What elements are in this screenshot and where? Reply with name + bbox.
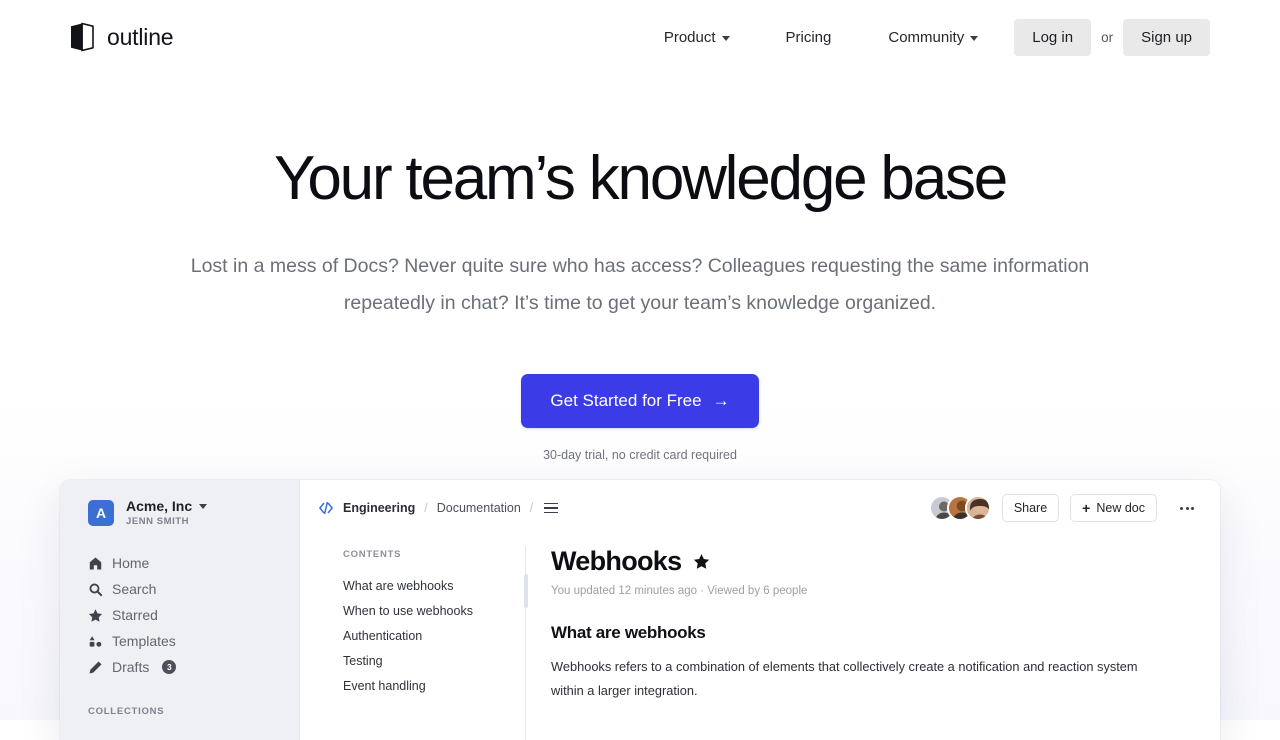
- code-brackets-icon: [319, 501, 333, 515]
- chevron-down-icon: [199, 503, 208, 509]
- sidebar-item-starred[interactable]: Starred: [60, 602, 299, 628]
- main-nav: Product Pricing Community Log in or Sign…: [654, 18, 1210, 56]
- document-paragraph: Webhooks refers to a combination of elem…: [551, 659, 1138, 698]
- cta-note: 30-day trial, no credit card required: [543, 447, 737, 462]
- team-switcher[interactable]: A Acme, Inc JENN SMITH: [60, 498, 299, 527]
- breadcrumb-item-engineering[interactable]: Engineering: [343, 501, 415, 515]
- nav-item-pricing-label: Pricing: [785, 28, 832, 46]
- breadcrumb-separator: /: [424, 501, 428, 515]
- document-title-label: Webhooks: [551, 546, 682, 576]
- nav-item-community-label: Community: [888, 28, 965, 46]
- contents-item[interactable]: When to use webhooks: [343, 598, 507, 623]
- pencil-icon: [89, 661, 102, 673]
- chevron-down-icon: [721, 35, 730, 41]
- new-doc-button[interactable]: + New doc: [1070, 494, 1157, 522]
- nav-item-product-label: Product: [663, 28, 716, 46]
- brand-logo[interactable]: outline: [68, 22, 174, 52]
- topbar-actions: Share + New doc: [928, 494, 1198, 522]
- sidebar-item-drafts[interactable]: Drafts 3: [60, 654, 299, 680]
- document-meta: You updated 12 minutes ago · Viewed by 6…: [551, 585, 808, 597]
- nav-item-product[interactable]: Product: [654, 21, 740, 54]
- sidebar-item-templates-label: Templates: [112, 633, 176, 649]
- avatar: [964, 495, 991, 521]
- home-icon: [89, 557, 102, 569]
- team-name: Acme, Inc: [126, 498, 208, 514]
- app-preview-card: A Acme, Inc JENN SMITH Home Search Starr…: [60, 480, 1220, 740]
- collections-section-label: COLLECTIONS: [88, 706, 165, 717]
- sidebar-item-home-label: Home: [112, 555, 150, 571]
- sidebar-item-drafts-label: Drafts: [112, 659, 150, 675]
- team-name-label: Acme, Inc: [126, 498, 193, 514]
- plus-icon: +: [1082, 500, 1091, 516]
- sidebar-item-home[interactable]: Home: [60, 550, 299, 576]
- sidebar-item-search-label: Search: [112, 581, 157, 597]
- nav-item-community[interactable]: Community: [878, 21, 988, 54]
- app-sidebar: A Acme, Inc JENN SMITH Home Search Starr…: [60, 480, 300, 740]
- arrow-right-icon: →: [712, 390, 730, 410]
- app-main: Engineering / Documentation / Share + Ne…: [300, 480, 1220, 740]
- get-started-label: Get Started for Free: [550, 390, 702, 410]
- contents-item[interactable]: Authentication: [343, 623, 507, 648]
- page-title: Your team’s knowledge base: [273, 144, 1008, 213]
- app-topbar: Engineering / Documentation / Share + Ne…: [300, 480, 1220, 536]
- document-panel: Webhooks You updated 12 minutes ago · Vi…: [526, 536, 1220, 740]
- hero-section: Your team’s knowledge base Lost in a mes…: [0, 74, 1280, 462]
- brand-name: outline: [107, 23, 174, 50]
- more-horizontal-icon[interactable]: [1176, 499, 1198, 518]
- new-doc-label: New doc: [1096, 501, 1145, 515]
- sidebar-nav: Home Search Starred Templates Drafts 3: [60, 550, 299, 680]
- site-header: outline Product Pricing Community Log in…: [0, 0, 1280, 74]
- sidebar-item-templates[interactable]: Templates: [60, 628, 299, 654]
- hero-subtitle: Lost in a mess of Docs? Never quite sure…: [190, 254, 1090, 314]
- nav-item-pricing[interactable]: Pricing: [776, 21, 842, 54]
- document-section-heading: What are webhooks: [551, 623, 706, 642]
- contents-heading: CONTENTS: [343, 549, 402, 560]
- signup-button[interactable]: Sign up: [1123, 18, 1210, 56]
- login-button[interactable]: Log in: [1014, 18, 1092, 56]
- document-title: Webhooks: [551, 546, 1190, 577]
- search-icon: [89, 582, 103, 596]
- auth-separator-label: or: [1101, 29, 1114, 45]
- star-filled-icon[interactable]: [693, 553, 710, 570]
- get-started-button[interactable]: Get Started for Free →: [521, 373, 759, 428]
- sidebar-item-starred-label: Starred: [112, 607, 158, 623]
- breadcrumb-item-documentation[interactable]: Documentation: [437, 501, 521, 515]
- content-scrollbar[interactable]: [523, 546, 528, 740]
- outline-book-icon: [71, 22, 94, 52]
- app-content-area: CONTENTS What are webhooks When to use w…: [300, 536, 1220, 740]
- drafts-count-badge: 3: [162, 660, 177, 674]
- cta-container: Get Started for Free → 30-day trial, no …: [0, 373, 1280, 462]
- sidebar-item-search[interactable]: Search: [60, 576, 299, 602]
- contents-item[interactable]: Event handling: [343, 673, 507, 698]
- contents-item[interactable]: Testing: [343, 648, 507, 673]
- breadcrumb-separator: /: [529, 501, 534, 515]
- templates-icon: [89, 635, 102, 647]
- current-user-name: JENN SMITH: [126, 516, 190, 527]
- chevron-down-icon: [970, 35, 979, 41]
- collaborator-avatars[interactable]: [928, 495, 991, 521]
- share-button[interactable]: Share: [1001, 494, 1060, 522]
- star-icon: [88, 608, 103, 622]
- contents-panel: CONTENTS What are webhooks When to use w…: [300, 536, 525, 740]
- contents-item[interactable]: What are webhooks: [343, 573, 507, 598]
- team-avatar: A: [88, 499, 114, 526]
- table-of-contents-icon[interactable]: [542, 500, 560, 517]
